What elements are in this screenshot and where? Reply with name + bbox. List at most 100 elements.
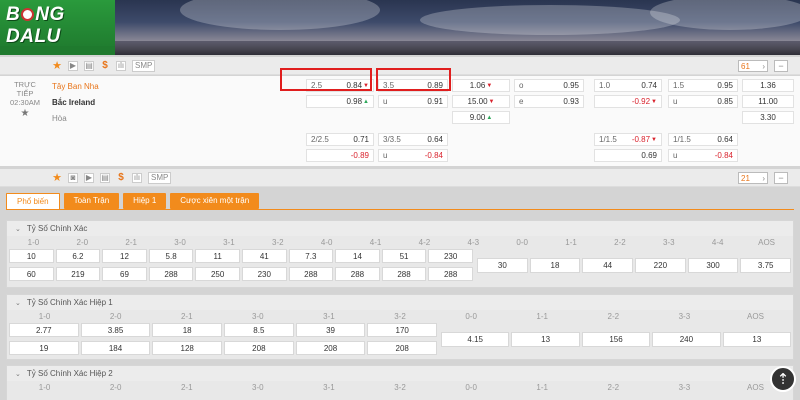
odds-cell[interactable]: 8.5	[224, 323, 294, 337]
odds-cell[interactable]: 208	[367, 341, 438, 355]
dollar-icon[interactable]: $	[116, 172, 126, 183]
odds-cell[interactable]: 128	[152, 341, 223, 355]
h1-hdp2-away-odd[interactable]: 0.69	[594, 149, 662, 162]
highlight-box	[376, 68, 451, 91]
section-header[interactable]: ⌄ Tỷ Số Chính Xác Hiệp 1	[7, 295, 793, 310]
ou2-under-odd[interactable]: u -0.84	[378, 149, 448, 162]
h1-1x2-draw-odd[interactable]: 3.30	[742, 111, 794, 124]
favorite-star-icon[interactable]: ★	[6, 109, 44, 119]
tab-toan-tran[interactable]: Toàn Trận	[63, 193, 120, 209]
play-icon[interactable]: ▶	[84, 172, 94, 183]
camera-icon[interactable]: ◙	[68, 172, 78, 183]
hdp-away-odd[interactable]: 0.98 ▲	[306, 95, 374, 108]
smp-button[interactable]: SMP	[132, 59, 156, 72]
section-header[interactable]: ⌄ Tỷ Số Chính Xác	[7, 221, 793, 236]
odds-cell[interactable]: 3.75	[740, 258, 792, 273]
h1-ou-under-odd[interactable]: u 0.85	[668, 95, 738, 108]
ou-under-odd[interactable]: u 0.91	[378, 95, 448, 108]
odds-cell[interactable]: 288	[148, 267, 194, 281]
odds-cell[interactable]: 41	[241, 249, 287, 263]
odds-cell[interactable]: 6.2	[55, 249, 101, 263]
h1-hdp-away-odd[interactable]: -0.92 ▼	[594, 95, 662, 108]
tab-pho-bien[interactable]: Phổ biến	[6, 193, 60, 210]
scroll-to-top-button[interactable]: ⇡	[770, 366, 796, 392]
h1-1x2-away-odd[interactable]: 11.00	[742, 95, 794, 108]
odds-cell[interactable]: 13	[511, 332, 580, 347]
h1-ou2-under-odd[interactable]: u -0.84	[668, 149, 738, 162]
odds-cell[interactable]: 12	[102, 249, 147, 263]
hdp2-home-odd[interactable]: 2/2.5 0.71	[306, 133, 374, 146]
away-team[interactable]: Bắc Ireland	[52, 98, 95, 107]
match-toolbar-2: ★ ◙ ▶ ▤ $ ılı SMP 21 › −	[0, 169, 800, 187]
odds-cell[interactable]: 44	[582, 258, 634, 273]
ou2-over-odd[interactable]: 3/3.5 0.64	[378, 133, 448, 146]
stats-table-icon[interactable]: ▤	[84, 60, 94, 71]
dollar-icon[interactable]: $	[100, 60, 110, 71]
odds-cell[interactable]: 18	[152, 323, 223, 337]
favorite-star-icon[interactable]: ★	[52, 172, 62, 184]
odds-cell[interactable]: 170	[367, 323, 438, 337]
section-header[interactable]: ⌄ Tỷ Số Chính Xác Hiệp 2	[7, 366, 793, 381]
h1-ou-over-odd[interactable]: 1.5 0.95	[668, 79, 738, 92]
more-bets-pager[interactable]: 21 ›	[738, 172, 768, 184]
odds-cell[interactable]: 39	[295, 323, 366, 337]
odds-cell[interactable]: 230	[428, 249, 473, 263]
odds-cell[interactable]: 288	[335, 267, 380, 281]
odds-cell[interactable]: 30	[477, 258, 528, 273]
smp-button[interactable]: SMP	[148, 171, 172, 184]
odds-cell[interactable]: 219	[55, 267, 101, 281]
odds-cell[interactable]: 11	[195, 249, 240, 263]
stats-table-icon[interactable]: ▤	[100, 172, 110, 183]
odds-cell[interactable]: 300	[687, 258, 739, 273]
bar-chart-icon[interactable]: ılı	[132, 172, 142, 183]
1x2-draw-odd[interactable]: 9.00 ▲	[452, 111, 510, 124]
odds-cell[interactable]: 220	[635, 258, 686, 273]
h1-ou2-over-odd[interactable]: 1/1.5 0.64	[668, 133, 738, 146]
score-label: 3-3	[678, 312, 691, 321]
hdp2-away-odd[interactable]: -0.89	[306, 149, 374, 162]
odds-cell[interactable]: 14	[335, 249, 380, 263]
odds-cell[interactable]: 156	[581, 332, 651, 347]
odds-cell[interactable]: 5.8	[148, 249, 194, 263]
play-icon[interactable]: ▶	[68, 60, 78, 71]
odds-cell[interactable]: 3.85	[80, 323, 151, 337]
odds-cell[interactable]: 18	[529, 258, 581, 273]
bar-chart-icon[interactable]: ılı	[116, 60, 126, 71]
odds-cell[interactable]: 7.3	[288, 249, 334, 263]
odds-cell[interactable]: 51	[381, 249, 427, 263]
odds-cell[interactable]: 288	[381, 267, 427, 281]
odd-even-e[interactable]: e 0.93	[514, 95, 584, 108]
score-label: 4-2	[418, 238, 431, 247]
h1-1x2-home-odd[interactable]: 1.36	[742, 79, 794, 92]
odds-cell[interactable]: 10	[9, 249, 54, 263]
odds-cell[interactable]: 250	[195, 267, 240, 281]
odd-even-o[interactable]: o 0.95	[514, 79, 584, 92]
odds-cell[interactable]: 2.77	[9, 323, 79, 337]
favorite-star-icon[interactable]: ★	[52, 60, 62, 72]
odds-cell[interactable]: 208	[224, 341, 294, 355]
home-team[interactable]: Tây Ban Nha	[52, 82, 99, 91]
odds-cell[interactable]: 184	[80, 341, 151, 355]
odds-cell[interactable]: 230	[241, 267, 287, 281]
score-label: 1-0	[27, 238, 40, 247]
1x2-home-odd[interactable]: 1.06 ▼	[452, 79, 510, 92]
collapse-button[interactable]: −	[774, 60, 788, 72]
odds-cell[interactable]: 4.15	[441, 332, 510, 347]
h1-hdp2-home-odd[interactable]: 1/1.5 -0.87 ▼	[594, 133, 662, 146]
odds-cell[interactable]: 288	[288, 267, 334, 281]
odds-cell[interactable]: 288	[428, 267, 473, 281]
odds-cell[interactable]: 13	[722, 332, 792, 347]
h1-hdp-home-odd[interactable]: 1.0 0.74	[594, 79, 662, 92]
odds-cell[interactable]: 240	[652, 332, 721, 347]
odds-cell[interactable]: 60	[9, 267, 54, 281]
tab-cuoc-xien[interactable]: Cược xiên một trận	[170, 193, 260, 209]
collapse-button[interactable]: −	[774, 172, 788, 184]
odds-cell[interactable]: 19	[9, 341, 79, 355]
score-label: 0-0	[465, 383, 477, 392]
tab-hiep-1[interactable]: Hiệp 1	[123, 193, 167, 209]
more-bets-pager[interactable]: 61 ›	[738, 60, 768, 72]
1x2-away-odd[interactable]: 15.00 ▼	[452, 95, 510, 108]
odds-cell[interactable]: 69	[102, 267, 147, 281]
site-logo[interactable]: B NG DALU	[0, 0, 115, 52]
odds-cell[interactable]: 208	[295, 341, 366, 355]
